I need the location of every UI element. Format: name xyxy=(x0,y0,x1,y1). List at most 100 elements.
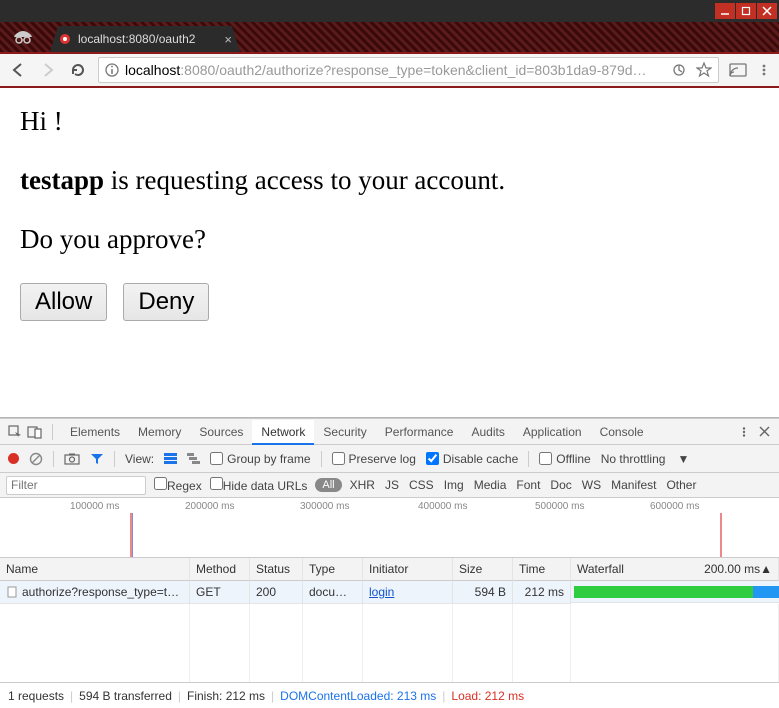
devtools-tab-performance[interactable]: Performance xyxy=(376,420,463,444)
filter-type-img[interactable]: Img xyxy=(444,478,464,492)
tab-title: localhost:8080/oauth2 xyxy=(78,32,218,46)
quick-action-icon[interactable] xyxy=(672,63,686,77)
allow-button[interactable]: Allow xyxy=(20,283,107,321)
devtools-tab-console[interactable]: Console xyxy=(591,420,653,444)
col-waterfall[interactable]: Waterfall200.00 ms▲ xyxy=(571,558,779,581)
throttling-dropdown[interactable]: No throttling ▼ xyxy=(601,452,690,466)
timeline-tick: 100000 ms xyxy=(70,501,119,512)
timeline-dcl-marker xyxy=(132,513,133,557)
tab-close-button[interactable]: × xyxy=(224,32,232,47)
request-status-cell: 200 xyxy=(250,581,303,604)
group-by-frame-checkbox[interactable]: Group by frame xyxy=(210,452,310,466)
maximize-icon xyxy=(741,6,751,16)
offline-checkbox[interactable]: Offline xyxy=(539,452,590,466)
kebab-menu-icon[interactable] xyxy=(757,63,771,77)
devtools-tab-security[interactable]: Security xyxy=(314,420,375,444)
col-initiator[interactable]: Initiator xyxy=(363,558,453,581)
waterfall-view-icon[interactable] xyxy=(187,453,200,464)
col-type[interactable]: Type xyxy=(303,558,363,581)
timeline-tick: 200000 ms xyxy=(185,501,234,512)
browser-tab[interactable]: localhost:8080/oauth2 × xyxy=(50,26,240,52)
browser-toolbar: localhost:8080/oauth2/authorize?response… xyxy=(0,52,779,88)
filter-type-manifest[interactable]: Manifest xyxy=(611,478,656,492)
forward-button[interactable] xyxy=(38,60,58,80)
filter-toggle-icon[interactable] xyxy=(90,453,104,465)
filter-type-font[interactable]: Font xyxy=(516,478,540,492)
network-table: Name Method Status Type Initiator Size T… xyxy=(0,558,779,604)
address-bar[interactable]: localhost:8080/oauth2/authorize?response… xyxy=(98,57,719,83)
view-label: View: xyxy=(125,452,154,466)
tab-favicon-icon xyxy=(58,32,72,46)
device-toolbar-icon[interactable] xyxy=(26,423,44,441)
filter-type-xhr[interactable]: XHR xyxy=(350,478,375,492)
window-close-button[interactable] xyxy=(757,3,777,19)
browser-tab-strip: localhost:8080/oauth2 × xyxy=(0,22,779,52)
devtools-tab-audits[interactable]: Audits xyxy=(462,420,513,444)
network-controls: View: Group by frame Preserve log Disabl… xyxy=(0,445,779,473)
col-method[interactable]: Method xyxy=(190,558,250,581)
window-titlebar xyxy=(0,0,779,22)
reload-icon xyxy=(70,62,86,78)
disable-cache-checkbox[interactable]: Disable cache xyxy=(426,452,518,466)
filter-type-media[interactable]: Media xyxy=(474,478,507,492)
devtools-close-icon[interactable] xyxy=(755,423,773,441)
devtools-tab-memory[interactable]: Memory xyxy=(129,420,190,444)
filter-type-css[interactable]: CSS xyxy=(409,478,434,492)
arrow-right-icon xyxy=(39,61,57,79)
minimize-icon xyxy=(720,6,730,16)
network-status-bar: 1 requests | 594 B transferred | Finish:… xyxy=(0,682,779,708)
filter-input[interactable] xyxy=(6,476,146,495)
network-timeline[interactable]: 100000 ms 200000 ms 300000 ms 400000 ms 5000… xyxy=(0,498,779,558)
page-content: Hi ! testapp is requesting access to you… xyxy=(0,88,779,418)
regex-checkbox[interactable]: Regex xyxy=(154,477,202,493)
devtools-tab-elements[interactable]: Elements xyxy=(61,420,129,444)
inspect-element-icon[interactable] xyxy=(6,423,24,441)
col-time[interactable]: Time xyxy=(513,558,571,581)
request-size-cell: 594 B xyxy=(453,581,513,604)
devtools-tab-network[interactable]: Network xyxy=(252,420,314,445)
clear-button[interactable] xyxy=(29,452,43,466)
cast-icon[interactable] xyxy=(729,63,747,77)
devtools-tab-sources[interactable]: Sources xyxy=(190,420,252,444)
approve-question: Do you approve? xyxy=(20,224,759,255)
devtools-kebab-icon[interactable] xyxy=(735,423,753,441)
filter-type-doc[interactable]: Doc xyxy=(550,478,571,492)
filter-type-other[interactable]: Other xyxy=(666,478,696,492)
back-button[interactable] xyxy=(8,60,28,80)
waterfall-bar-download xyxy=(753,586,779,598)
status-dcl: DOMContentLoaded: 213 ms xyxy=(280,689,436,703)
window-maximize-button[interactable] xyxy=(736,3,756,19)
filter-type-ws[interactable]: WS xyxy=(582,478,601,492)
greeting-text: Hi ! xyxy=(20,106,759,137)
url-text: localhost:8080/oauth2/authorize?response… xyxy=(125,62,647,78)
initiator-link[interactable]: login xyxy=(369,585,394,599)
timeline-tick: 400000 ms xyxy=(418,501,467,512)
col-status[interactable]: Status xyxy=(250,558,303,581)
request-initiator-cell: login xyxy=(363,581,453,604)
preserve-log-checkbox[interactable]: Preserve log xyxy=(332,452,416,466)
hide-data-urls-checkbox[interactable]: Hide data URLs xyxy=(210,477,308,493)
filter-type-js[interactable]: JS xyxy=(385,478,399,492)
request-method-cell: GET xyxy=(190,581,250,604)
request-type-cell: docu… xyxy=(303,581,363,604)
capture-screenshots-icon[interactable] xyxy=(64,453,80,465)
large-rows-icon[interactable] xyxy=(164,453,177,464)
record-button[interactable] xyxy=(8,453,19,464)
timeline-tick: 600000 ms xyxy=(650,501,699,512)
col-size[interactable]: Size xyxy=(453,558,513,581)
request-name-cell[interactable]: authorize?response_type=t… xyxy=(0,581,190,604)
reload-button[interactable] xyxy=(68,60,88,80)
col-name[interactable]: Name xyxy=(0,558,190,581)
filter-type-all[interactable]: All xyxy=(315,478,341,492)
status-requests: 1 requests xyxy=(8,689,64,703)
devtools-tab-application[interactable]: Application xyxy=(514,420,591,444)
window-minimize-button[interactable] xyxy=(715,3,735,19)
arrow-left-icon xyxy=(9,61,27,79)
timeline-tick: 500000 ms xyxy=(535,501,584,512)
star-icon[interactable] xyxy=(696,62,712,78)
request-waterfall-cell xyxy=(571,581,779,603)
timeline-tick: 300000 ms xyxy=(300,501,349,512)
request-text: testapp is requesting access to your acc… xyxy=(20,165,759,196)
status-load: Load: 212 ms xyxy=(451,689,524,703)
deny-button[interactable]: Deny xyxy=(123,283,209,321)
